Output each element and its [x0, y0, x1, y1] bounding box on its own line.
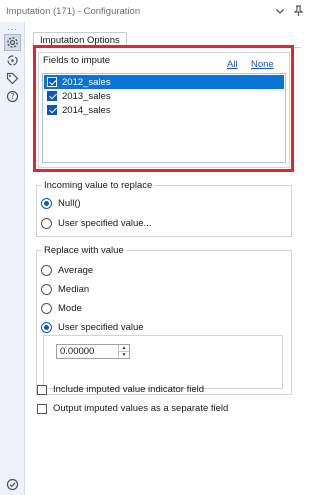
radio-button[interactable]	[41, 265, 52, 276]
incoming-value-group: Incoming value to replace Null() User sp…	[36, 180, 292, 237]
config-panel: Imputation Options Fields to impute All …	[25, 22, 311, 495]
replace-with-value-group: Replace with value Average Median Mode U…	[36, 245, 292, 395]
chevron-down-icon[interactable]	[271, 2, 289, 20]
select-none-link[interactable]: None	[251, 59, 274, 70]
radio-label: Mode	[58, 303, 82, 314]
spin-down-icon[interactable]: ▼	[119, 351, 129, 358]
field-label: 2013_sales	[62, 90, 111, 102]
replace-title: Replace with value	[42, 245, 126, 256]
field-checkbox[interactable]	[47, 105, 57, 115]
radio-label: User specified value	[58, 322, 144, 333]
radio-median[interactable]: Median	[41, 284, 89, 295]
radio-null[interactable]: Null()	[41, 198, 81, 209]
pin-icon[interactable]	[289, 2, 307, 20]
refresh-arrows-icon[interactable]	[4, 52, 21, 69]
field-item-2014[interactable]: 2014_sales	[44, 103, 284, 117]
radio-button[interactable]	[41, 218, 52, 229]
radio-label: Null()	[58, 198, 81, 209]
fields-to-impute-group: Fields to impute All None 2012_sales 201…	[38, 52, 290, 168]
field-checkbox[interactable]	[47, 91, 57, 101]
field-checkbox[interactable]	[47, 77, 57, 87]
check-circle-icon[interactable]	[4, 476, 21, 493]
incoming-title: Incoming value to replace	[42, 180, 155, 191]
field-label: 2012_sales	[62, 76, 111, 88]
field-label: 2014_sales	[62, 104, 111, 116]
include-indicator-checkbox[interactable]	[37, 384, 47, 395]
title-bar: Imputation (171) - Configuration	[0, 0, 311, 22]
radio-button[interactable]	[41, 322, 52, 333]
fields-list: 2012_sales 2013_sales 2014_sales	[42, 73, 286, 163]
radio-average[interactable]: Average	[41, 265, 93, 276]
sidebar: ··· ?	[0, 22, 25, 495]
radio-button[interactable]	[41, 284, 52, 295]
field-item-2012[interactable]: 2012_sales	[44, 75, 284, 89]
select-all-link[interactable]: All	[227, 59, 238, 70]
user-value-stepper[interactable]: 0.00000 ▲ ▼	[56, 344, 130, 359]
radio-label: Average	[58, 265, 94, 276]
checkbox-label: Include imputed value indicator field	[53, 384, 205, 395]
include-indicator-checkbox-row[interactable]: Include imputed value indicator field	[37, 384, 204, 395]
radio-button[interactable]	[41, 198, 52, 209]
gear-icon[interactable]	[4, 34, 21, 51]
fields-label: Fields to impute	[43, 55, 111, 66]
radio-user-specified-value[interactable]: User specified value	[41, 322, 144, 333]
more-dots-icon: ···	[7, 25, 18, 34]
help-icon[interactable]: ?	[4, 88, 21, 105]
radio-label: User specified value...	[58, 218, 152, 229]
window-title: Imputation (171) - Configuration	[6, 5, 141, 17]
svg-text:?: ?	[10, 92, 14, 101]
radio-label: Median	[58, 284, 90, 295]
output-separate-checkbox[interactable]	[37, 403, 47, 414]
radio-user-specified-incoming[interactable]: User specified value...	[41, 218, 151, 229]
tag-icon[interactable]	[4, 70, 21, 87]
field-item-2013[interactable]: 2013_sales	[44, 89, 284, 103]
spinner[interactable]: ▲ ▼	[118, 345, 129, 358]
radio-button[interactable]	[41, 303, 52, 314]
output-separate-checkbox-row[interactable]: Output imputed values as a separate fiel…	[37, 403, 228, 414]
checkbox-label: Output imputed values as a separate fiel…	[53, 403, 229, 414]
user-value-text[interactable]: 0.00000	[60, 346, 118, 357]
radio-mode[interactable]: Mode	[41, 303, 82, 314]
